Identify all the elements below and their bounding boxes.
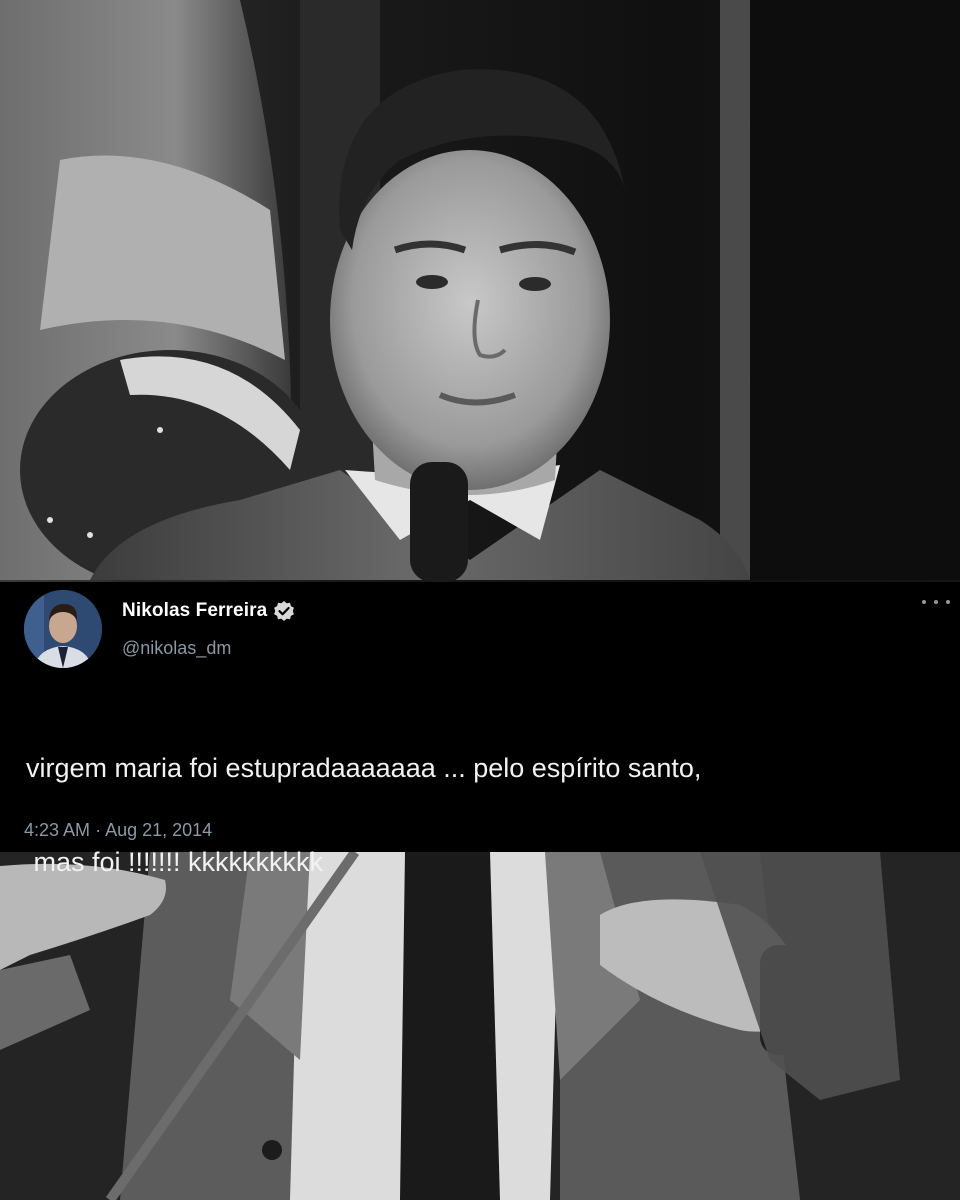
- tweet-time: 4:23 AM: [24, 820, 91, 840]
- dot: [922, 600, 926, 604]
- tweet-card[interactable]: Nikolas Ferreira @nikolas_dm virgem mari…: [0, 582, 960, 877]
- avatar[interactable]: [24, 590, 102, 668]
- author-row: Nikolas Ferreira: [122, 600, 295, 622]
- tweet-text-line-2: mas foi !!!!!!! kkkkkkkkkk: [26, 847, 324, 877]
- tweet-text: virgem maria foi estupradaaaaaaa ... pel…: [26, 698, 946, 933]
- tweet-date: Aug 21, 2014: [105, 820, 213, 840]
- dot: [946, 600, 950, 604]
- verified-badge-icon: [273, 600, 295, 622]
- dot: [934, 600, 938, 604]
- more-options-icon[interactable]: [922, 594, 950, 610]
- author-handle[interactable]: @nikolas_dm: [122, 638, 231, 659]
- tweet-timestamp[interactable]: 4:23 AM · Aug 21, 2014: [24, 820, 212, 841]
- meta-separator: ·: [95, 820, 102, 840]
- tweet-text-line-1: virgem maria foi estupradaaaaaaa ... pel…: [26, 753, 702, 783]
- author-name[interactable]: Nikolas Ferreira: [122, 600, 267, 622]
